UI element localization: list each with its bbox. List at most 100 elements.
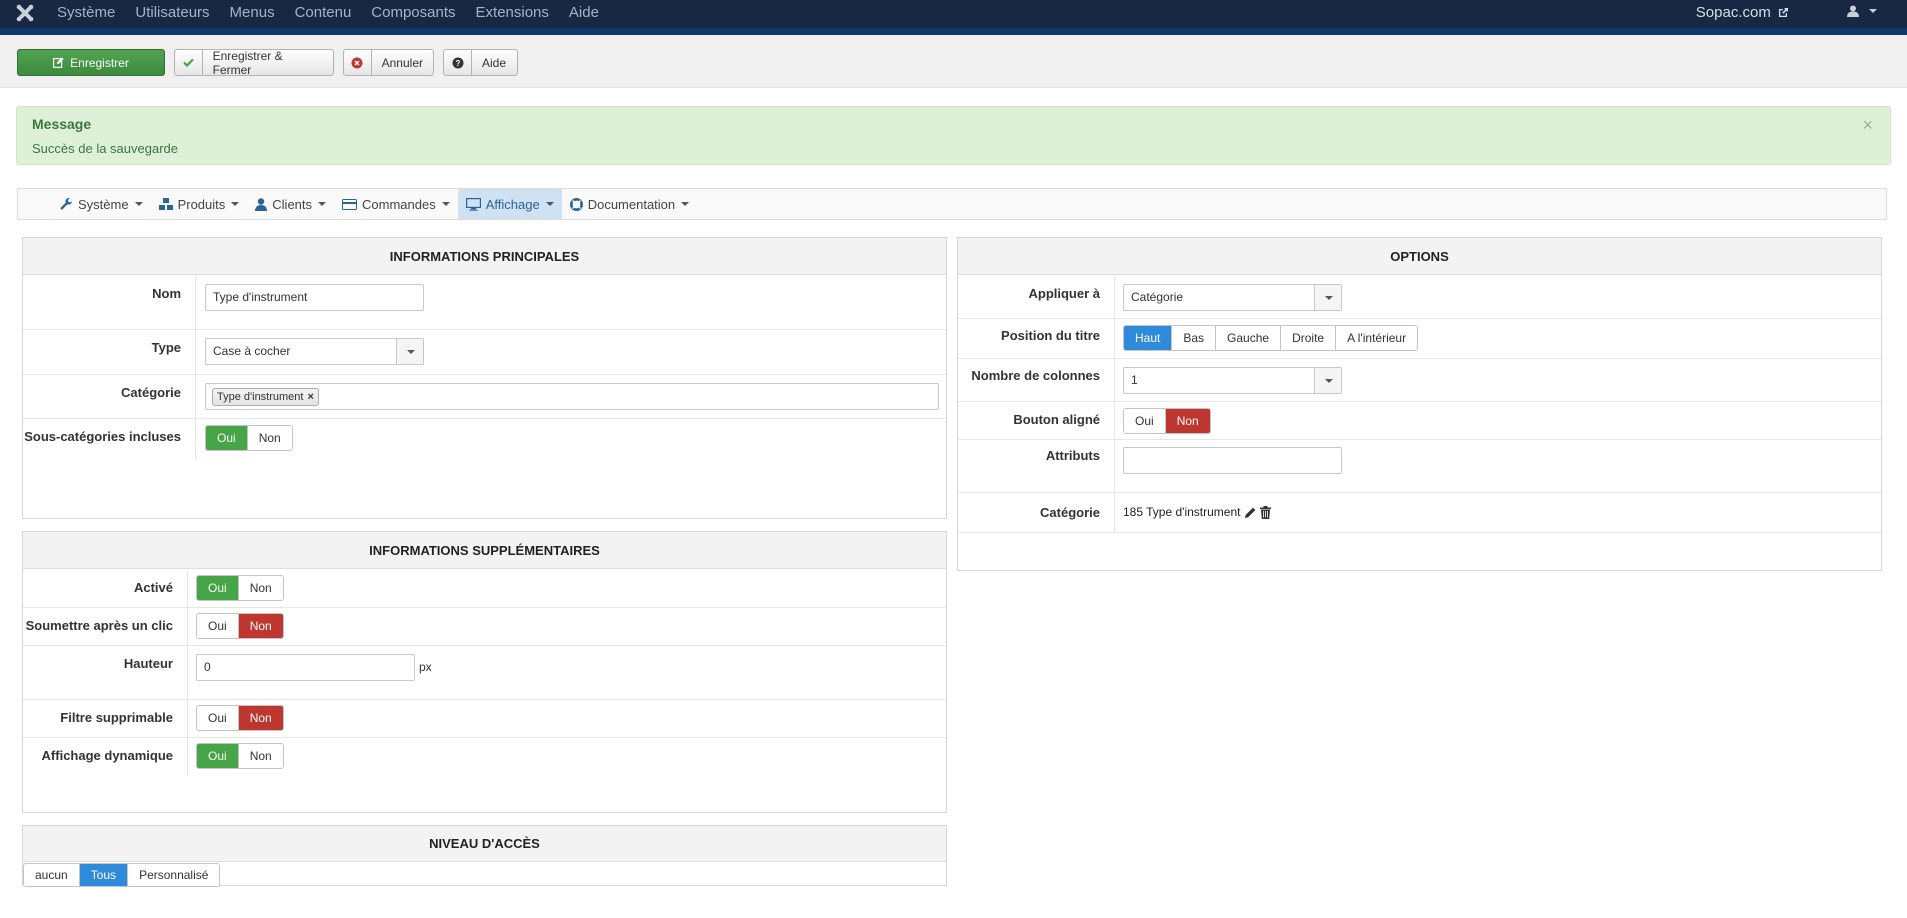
menu-extensions[interactable]: Extensions — [476, 0, 549, 26]
user-icon — [255, 197, 268, 211]
help-icon: ? — [444, 50, 472, 75]
souscat-non[interactable]: Non — [247, 426, 292, 450]
nav-commandes[interactable]: Commandes — [334, 189, 458, 219]
dynamic-toggle[interactable]: Oui Non — [196, 743, 284, 769]
chevron-down-icon — [231, 202, 240, 206]
option-categorie-label: Catégorie — [958, 493, 1115, 532]
menu-utilisateurs[interactable]: Utilisateurs — [135, 0, 209, 26]
cancel-button[interactable]: Annuler — [343, 49, 434, 76]
form-row-active: Activé Oui Non — [23, 570, 946, 608]
active-toggle[interactable]: Oui Non — [196, 575, 284, 601]
remove-tag-icon[interactable]: × — [307, 391, 313, 403]
chevron-down-icon — [1314, 368, 1341, 393]
nom-input[interactable]: Type d'instrument — [205, 284, 424, 311]
toolbar: Enregistrer Enregistrer & Fermer Annuler… — [0, 35, 1907, 88]
nav-systeme[interactable]: Système — [52, 189, 151, 219]
save-button[interactable]: Enregistrer — [17, 49, 165, 76]
submit-oui[interactable]: Oui — [197, 614, 239, 638]
menu-systeme[interactable]: Système — [57, 0, 115, 26]
nav-documentation[interactable]: Documentation — [562, 189, 697, 219]
filtre-label: Filtre supprimable — [23, 700, 188, 737]
pencil-icon[interactable] — [1244, 506, 1257, 519]
monitor-icon — [465, 197, 481, 211]
colonnes-label: Nombre de colonnes — [958, 359, 1115, 401]
attributs-input[interactable] — [1123, 447, 1342, 474]
user-menu[interactable] — [1847, 5, 1877, 20]
position-bas[interactable]: Bas — [1172, 326, 1217, 350]
save-button-label: Enregistrer — [70, 55, 129, 70]
form-row-attributs: Attributs — [958, 440, 1881, 493]
nav-produits[interactable]: Produits — [151, 189, 248, 219]
appliquer-select[interactable]: Catégorie — [1123, 284, 1342, 311]
admin-menu: Système Utilisateurs Menus Contenu Compo… — [57, 0, 619, 26]
position-interieur[interactable]: A l'intérieur — [1336, 326, 1418, 350]
help-button[interactable]: ? Aide — [443, 49, 518, 76]
user-icon — [1847, 5, 1860, 17]
nom-label: Nom — [23, 276, 196, 329]
menu-composants[interactable]: Composants — [371, 0, 455, 26]
trash-icon[interactable] — [1260, 505, 1272, 519]
category-tag: Type d'instrument × — [212, 388, 319, 406]
chevron-down-icon — [1869, 9, 1877, 13]
souscat-toggle[interactable]: Oui Non — [205, 425, 293, 451]
position-droite[interactable]: Droite — [1281, 326, 1337, 350]
dynamic-non[interactable]: Non — [238, 744, 283, 768]
nav-clients[interactable]: Clients — [247, 189, 334, 219]
menu-contenu[interactable]: Contenu — [295, 0, 352, 26]
bouton-non[interactable]: Non — [1165, 409, 1210, 433]
menu-menus[interactable]: Menus — [230, 0, 275, 26]
nav-commandes-label: Commandes — [362, 196, 436, 212]
categorie-label: Catégorie — [23, 375, 196, 418]
menu-aide[interactable]: Aide — [569, 0, 599, 26]
bouton-oui[interactable]: Oui — [1124, 409, 1166, 433]
component-nav: Système Produits Clients Commandes Affic… — [17, 188, 1887, 220]
nav-clients-label: Clients — [272, 196, 313, 212]
form-row-filtre: Filtre supprimable Oui Non — [23, 700, 946, 738]
dynamic-oui[interactable]: Oui — [197, 744, 239, 768]
panel-title: INFORMATIONS PRINCIPALES — [23, 238, 946, 275]
joomla-logo-icon[interactable] — [16, 4, 34, 22]
colonnes-select[interactable]: 1 — [1123, 367, 1342, 394]
access-aucun[interactable]: aucun — [24, 864, 80, 886]
access-personnalise[interactable]: Personnalisé — [128, 864, 220, 886]
position-toggle[interactable]: Haut Bas Gauche Droite A l'intérieur — [1123, 325, 1419, 351]
save-close-button[interactable]: Enregistrer & Fermer — [174, 49, 334, 77]
dynamic-label: Affichage dynamique — [23, 738, 188, 776]
bouton-toggle[interactable]: Oui Non — [1123, 408, 1211, 434]
external-link-icon — [1779, 8, 1788, 17]
panel-title: OPTIONS — [958, 238, 1881, 275]
chevron-down-icon — [441, 202, 450, 206]
categorie-tag-input[interactable]: Type d'instrument × — [205, 383, 939, 410]
position-haut[interactable]: Haut — [1124, 326, 1173, 350]
category-value-text: 185 Type d'instrument — [1123, 505, 1241, 519]
site-link-label: Sopac.com — [1695, 4, 1771, 21]
submit-toggle[interactable]: Oui Non — [196, 613, 284, 639]
access-tous[interactable]: Tous — [79, 864, 129, 886]
hauteur-unit: px — [419, 660, 432, 674]
active-oui[interactable]: Oui — [197, 576, 239, 600]
access-level-toggle[interactable]: aucun Tous Personnalisé — [23, 863, 221, 887]
souscat-oui[interactable]: Oui — [206, 426, 248, 450]
type-select[interactable]: Case à cocher — [205, 338, 424, 365]
active-non[interactable]: Non — [238, 576, 283, 600]
filtre-non[interactable]: Non — [238, 706, 283, 730]
cubes-icon — [158, 197, 173, 210]
category-value: 185 Type d'instrument — [1123, 505, 1272, 519]
form-row-bouton: Bouton aligné Oui Non — [958, 402, 1881, 440]
submit-non[interactable]: Non — [238, 614, 283, 638]
position-gauche[interactable]: Gauche — [1216, 326, 1282, 350]
hauteur-input[interactable]: 0 — [196, 654, 415, 681]
form-row-option-categorie: Catégorie 185 Type d'instrument — [958, 493, 1881, 533]
wrench-icon — [60, 197, 73, 210]
filtre-oui[interactable]: Oui — [197, 706, 239, 730]
site-link[interactable]: Sopac.com — [1696, 0, 1789, 26]
nav-affichage[interactable]: Affichage — [457, 189, 562, 219]
chevron-down-icon — [1314, 285, 1341, 310]
lifebuoy-icon — [569, 197, 583, 211]
appliquer-label: Appliquer à — [958, 276, 1115, 318]
close-icon[interactable]: × — [1862, 116, 1873, 134]
nav-documentation-label: Documentation — [587, 196, 676, 212]
filtre-toggle[interactable]: Oui Non — [196, 705, 284, 731]
alert-heading: Message — [32, 116, 92, 132]
panel-title: NIVEAU D'ACCÈS — [23, 826, 946, 862]
